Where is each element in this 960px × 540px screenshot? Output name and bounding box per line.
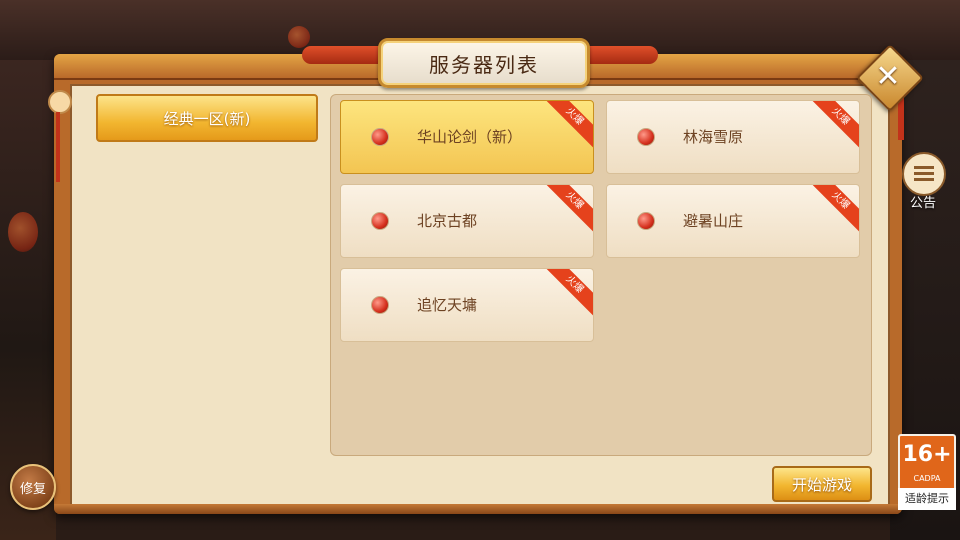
server-name: 避暑山庄 bbox=[683, 212, 744, 230]
lantern-decoration bbox=[288, 26, 310, 48]
server-status-icon bbox=[637, 128, 655, 146]
tassel-decoration bbox=[48, 90, 72, 190]
notice-label: 公告 bbox=[909, 196, 936, 211]
region-tab-classic-1[interactable]: 经典一区(新) bbox=[96, 94, 318, 142]
age-rating-value: 16+ bbox=[902, 442, 952, 467]
repair-button[interactable]: 修复 bbox=[10, 464, 56, 510]
lantern-decoration bbox=[8, 212, 38, 252]
server-name: 林海雪原 bbox=[683, 128, 744, 146]
server-status-icon bbox=[371, 212, 389, 230]
server-name: 华山论剑（新） bbox=[417, 128, 523, 146]
server-name: 追忆天墉 bbox=[417, 296, 478, 314]
hot-badge: 火爆 bbox=[809, 101, 859, 148]
notice-button[interactable]: 公告 bbox=[898, 152, 948, 211]
age-rating-badge[interactable]: 16+ CADPA 适龄提示 bbox=[898, 434, 956, 510]
region-tab-label: 经典一区(新) bbox=[163, 109, 251, 128]
age-rating-org: CADPA bbox=[913, 474, 941, 483]
title-ribbon-right bbox=[578, 46, 658, 64]
hot-badge: 火爆 bbox=[809, 185, 859, 232]
server-status-icon bbox=[371, 296, 389, 314]
start-game-label: 开始游戏 bbox=[791, 475, 852, 494]
server-status-icon bbox=[371, 128, 389, 146]
start-game-button[interactable]: 开始游戏 bbox=[772, 466, 872, 502]
server-item-huashan[interactable]: 华山论剑（新） 火爆 bbox=[340, 100, 594, 174]
server-item-beijing[interactable]: 北京古都 火爆 bbox=[340, 184, 594, 258]
server-item-zhuiyi[interactable]: 追忆天墉 火爆 bbox=[340, 268, 594, 342]
dialog-footer-bar bbox=[54, 504, 902, 514]
server-item-linhai[interactable]: 林海雪原 火爆 bbox=[606, 100, 860, 174]
title-ribbon-left bbox=[302, 46, 382, 64]
hot-badge: 火爆 bbox=[543, 269, 593, 316]
server-name: 北京古都 bbox=[417, 212, 478, 230]
notice-icon bbox=[902, 152, 946, 196]
server-item-bishu[interactable]: 避暑山庄 火爆 bbox=[606, 184, 860, 258]
hot-badge: 火爆 bbox=[543, 185, 593, 232]
hot-badge: 火爆 bbox=[543, 101, 593, 148]
age-rating-tip: 适龄提示 bbox=[898, 488, 956, 510]
server-status-icon bbox=[637, 212, 655, 230]
dialog-title-plaque: 服务器列表 bbox=[378, 38, 590, 88]
dialog-title: 服务器列表 bbox=[429, 52, 539, 77]
repair-label: 修复 bbox=[19, 481, 46, 497]
